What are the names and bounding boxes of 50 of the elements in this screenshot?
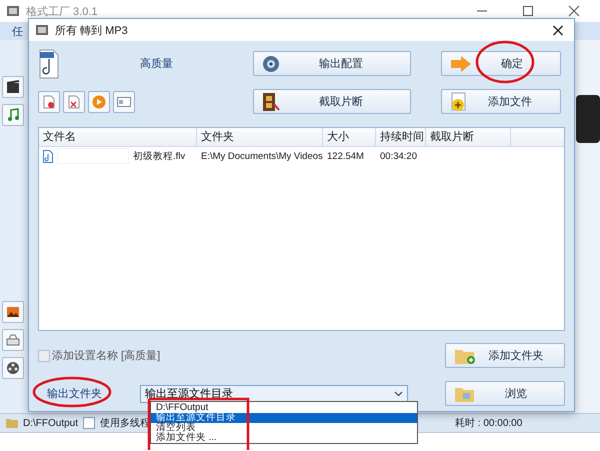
ok-button[interactable]: 确定 [441, 51, 561, 76]
checkbox[interactable] [83, 417, 96, 429]
column-header[interactable]: 文件夹 [197, 128, 323, 146]
annotation-ellipse [476, 40, 534, 84]
add-file-button[interactable]: 添加文件 [441, 89, 561, 114]
picture-icon[interactable] [2, 301, 24, 323]
browse-button[interactable]: 浏览 [445, 381, 565, 406]
folder-icon [6, 418, 18, 428]
film-icon[interactable] [2, 76, 24, 98]
column-header[interactable]: 截取片断 [426, 128, 511, 146]
arrow-right-icon [450, 54, 472, 72]
chevron-down-icon [394, 390, 403, 396]
elapsed-time: 耗时 : 00:00:00 [455, 416, 522, 430]
output-settings-button[interactable]: 输出配置 [253, 51, 411, 76]
disc-icon [262, 54, 280, 72]
phone-picture [576, 95, 600, 143]
column-header[interactable]: 文件名 [39, 128, 197, 146]
audio-file-icon [43, 150, 53, 162]
dialog-title: 所有 轉到 MP3 [55, 24, 129, 38]
mp3-file-icon [38, 48, 60, 78]
profile-label: 高质量 [140, 56, 173, 71]
table-cell-text: 122.54M [326, 150, 365, 162]
column-header[interactable]: 大小 [323, 128, 376, 146]
remove-item-icon[interactable] [63, 90, 85, 112]
table-cell-text: 00:34:20 [379, 150, 418, 162]
clip-segment-button[interactable]: 截取片断 [253, 89, 411, 114]
info-card-icon[interactable] [113, 90, 135, 112]
column-header[interactable]: 持续时间 [376, 128, 426, 146]
dropdown-option[interactable]: D:\FFOutput [151, 403, 417, 413]
app-logo-icon [35, 23, 49, 37]
app-logo-icon [6, 4, 20, 18]
table-cell-text: E:\My Documents\My Videos [200, 150, 323, 162]
output-folder-label: 输出文件夹 [46, 386, 103, 401]
drive-icon[interactable] [2, 329, 24, 351]
music-note-icon[interactable] [2, 104, 24, 126]
output-path: D:\FFOutput [23, 418, 78, 428]
redacted-block [57, 148, 129, 164]
add-item-icon[interactable] [38, 90, 60, 112]
checkbox-label: 添加设置名称 [高质量] [52, 348, 160, 363]
film-strip-icon [262, 92, 280, 112]
film-reel-icon[interactable] [2, 357, 24, 379]
menu-item[interactable]: 任 [12, 24, 23, 38]
output-folder-dropdown[interactable]: 输出至源文件目录 [140, 384, 408, 402]
dropdown-option[interactable]: 清空列表 [151, 423, 417, 433]
window-title: 格式工厂 3.0.1 [26, 4, 99, 18]
play-icon[interactable] [88, 90, 110, 112]
table-cell: 初级教程.flv [133, 150, 186, 162]
add-file-icon [450, 92, 468, 112]
add-folder-button[interactable]: 添加文件夹 [445, 343, 565, 368]
dropdown-option[interactable]: 添加文件夹 ... [151, 433, 417, 443]
